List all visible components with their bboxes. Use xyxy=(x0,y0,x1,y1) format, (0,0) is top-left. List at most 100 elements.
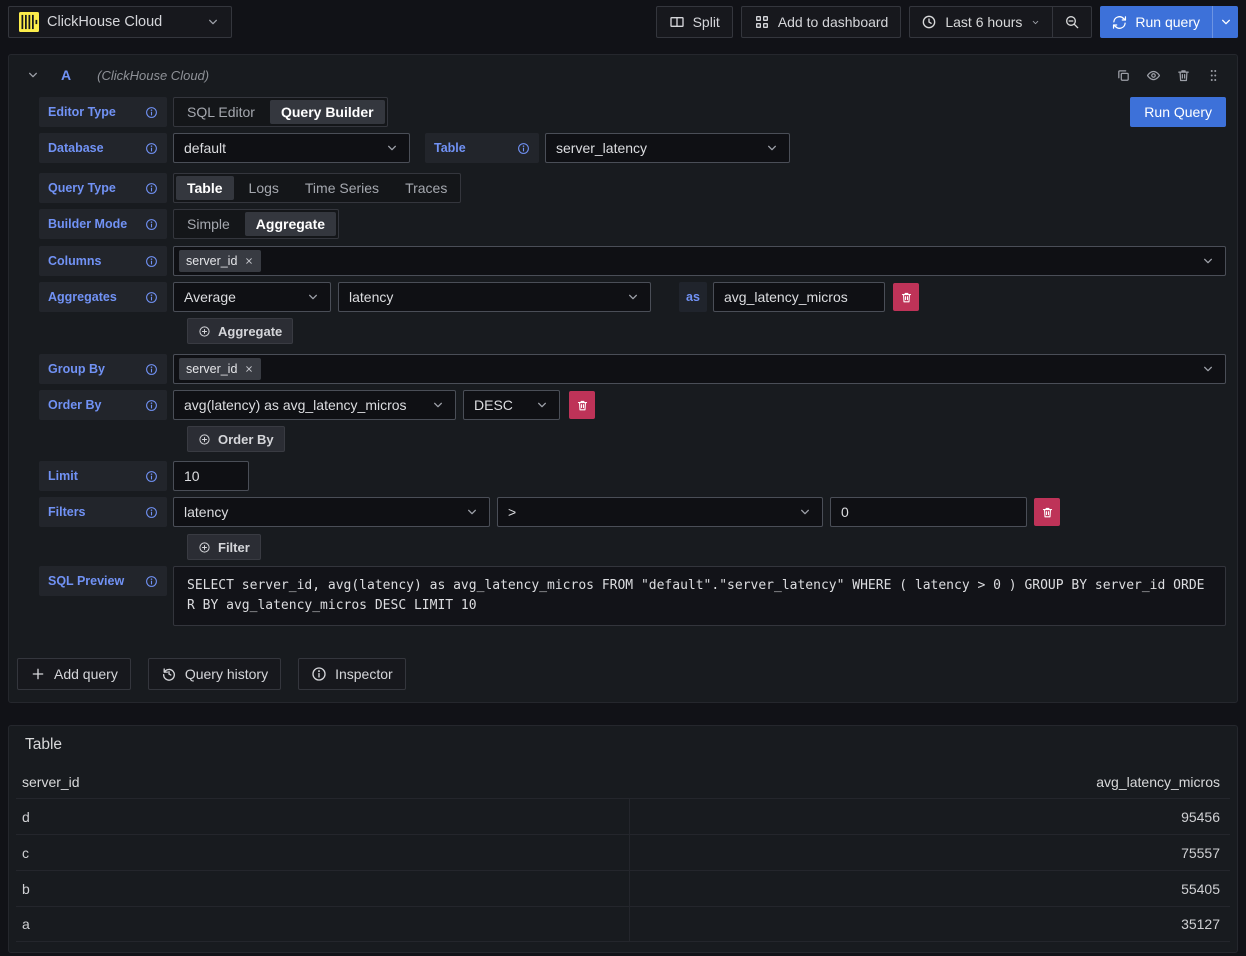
columns-row: Columns server_id xyxy=(39,246,1226,276)
column-header-server-id[interactable]: server_id xyxy=(16,774,630,790)
trash-icon xyxy=(900,291,913,304)
database-table-row: Database default Table server_latency xyxy=(39,133,1226,163)
run-query-button[interactable]: Run query xyxy=(1100,6,1212,38)
datasource-hint: (ClickHouse Cloud) xyxy=(97,68,209,83)
option-sql-editor[interactable]: SQL Editor xyxy=(176,100,266,124)
chevron-down-icon xyxy=(205,14,221,30)
run-query-label: Run query xyxy=(1135,14,1200,30)
circle-plus-icon xyxy=(198,541,211,554)
option-traces[interactable]: Traces xyxy=(394,176,458,200)
info-icon[interactable] xyxy=(145,291,158,304)
filter-column-select[interactable]: latency xyxy=(173,497,490,527)
run-query-inline-button[interactable]: Run Query xyxy=(1130,97,1226,127)
circle-plus-icon xyxy=(198,433,211,446)
field-label-group-by: Group By xyxy=(39,354,167,384)
filter-operator-select[interactable]: > xyxy=(497,497,823,527)
field-label-builder-mode: Builder Mode xyxy=(39,209,167,239)
field-label-aggregates: Aggregates xyxy=(39,282,167,312)
history-clock-icon xyxy=(161,666,177,682)
table-row: c 75557 xyxy=(16,834,1230,870)
split-button[interactable]: Split xyxy=(656,6,733,38)
collapse-query-toggle[interactable] xyxy=(21,63,45,87)
filter-value-input[interactable] xyxy=(830,497,1027,527)
trash-icon xyxy=(1176,68,1191,83)
cell-server-id: a xyxy=(16,907,630,941)
duplicate-query-button[interactable] xyxy=(1116,68,1131,83)
field-label-table: Table xyxy=(425,133,539,163)
query-editor-footer: Add query Query history Inspector xyxy=(9,632,1237,702)
info-icon[interactable] xyxy=(145,182,158,195)
info-icon[interactable] xyxy=(145,470,158,483)
option-aggregate[interactable]: Aggregate xyxy=(245,212,336,236)
results-table: server_id avg_latency_micros d 95456 c 7… xyxy=(16,766,1230,942)
info-icon[interactable] xyxy=(145,575,158,588)
time-controls: Last 6 hours xyxy=(909,6,1092,38)
table-select[interactable]: server_latency xyxy=(545,133,790,163)
info-icon[interactable] xyxy=(145,106,158,119)
add-to-dashboard-button[interactable]: Add to dashboard xyxy=(741,6,902,38)
remove-order-by-button[interactable] xyxy=(569,391,595,419)
explore-toolbar: ClickHouse Cloud Split Add to dashboard … xyxy=(0,0,1246,44)
info-icon[interactable] xyxy=(145,399,158,412)
field-label-order-by: Order By xyxy=(39,390,167,420)
time-range-picker[interactable]: Last 6 hours xyxy=(910,7,1052,37)
add-aggregate-button[interactable]: Aggregate xyxy=(187,318,293,344)
inspector-button[interactable]: Inspector xyxy=(298,658,406,690)
field-label-columns: Columns xyxy=(39,246,167,276)
option-simple[interactable]: Simple xyxy=(176,212,241,236)
remove-filter-button[interactable] xyxy=(1034,498,1060,526)
datasource-picker[interactable]: ClickHouse Cloud xyxy=(8,6,232,38)
toggle-visibility-button[interactable] xyxy=(1146,68,1161,83)
drag-handle[interactable] xyxy=(1206,68,1221,83)
option-time-series[interactable]: Time Series xyxy=(294,176,390,200)
add-order-by-button[interactable]: Order By xyxy=(187,426,285,452)
query-builder-form: Editor Type SQL Editor Query Builder Run… xyxy=(9,95,1237,626)
info-icon[interactable] xyxy=(145,363,158,376)
chevron-down-icon xyxy=(430,397,446,413)
info-icon[interactable] xyxy=(517,142,530,155)
split-label: Split xyxy=(693,14,720,30)
field-label-query-type: Query Type xyxy=(39,173,167,203)
option-query-builder[interactable]: Query Builder xyxy=(270,100,385,124)
copy-icon xyxy=(1116,68,1131,83)
database-select[interactable]: default xyxy=(173,133,410,163)
query-editor-header: A (ClickHouse Cloud) xyxy=(9,55,1237,95)
trash-icon xyxy=(576,399,589,412)
chevron-down-icon xyxy=(764,140,780,156)
query-history-button[interactable]: Query history xyxy=(148,658,281,690)
add-query-button[interactable]: Add query xyxy=(17,658,131,690)
add-filter-button[interactable]: Filter xyxy=(187,534,261,560)
column-header-avg-latency-micros[interactable]: avg_latency_micros xyxy=(630,774,1230,790)
order-by-row: Order By avg(latency) as avg_latency_mic… xyxy=(39,390,1226,420)
option-table[interactable]: Table xyxy=(176,176,234,200)
order-by-expression-select[interactable]: avg(latency) as avg_latency_micros xyxy=(173,390,456,420)
info-icon[interactable] xyxy=(145,506,158,519)
sync-arrows-icon xyxy=(1112,15,1127,30)
cell-server-id: c xyxy=(16,835,630,870)
info-icon[interactable] xyxy=(145,255,158,268)
option-logs[interactable]: Logs xyxy=(238,176,290,200)
limit-input[interactable] xyxy=(173,461,249,491)
table-row: a 35127 xyxy=(16,906,1230,942)
info-icon[interactable] xyxy=(145,218,158,231)
group-by-multiselect[interactable]: server_id xyxy=(173,354,1226,384)
info-icon[interactable] xyxy=(145,142,158,155)
group-by-row: Group By server_id xyxy=(39,354,1226,384)
zoom-out-time-button[interactable] xyxy=(1053,7,1091,37)
aggregate-column-select[interactable]: latency xyxy=(338,282,651,312)
remove-aggregate-button[interactable] xyxy=(893,283,919,311)
remove-chip-icon[interactable] xyxy=(244,364,254,374)
table-row: d 95456 xyxy=(16,798,1230,834)
cell-server-id: b xyxy=(16,871,630,906)
columns-multiselect[interactable]: server_id xyxy=(173,246,1226,276)
delete-query-button[interactable] xyxy=(1176,68,1191,83)
plus-icon xyxy=(30,666,46,682)
remove-chip-icon[interactable] xyxy=(244,256,254,266)
aggregate-function-select[interactable]: Average xyxy=(173,282,331,312)
query-editor-panel: A (ClickHouse Cloud) Editor Type SQL Edi… xyxy=(8,54,1238,703)
time-range-label: Last 6 hours xyxy=(945,14,1022,30)
run-query-split-button: Run query xyxy=(1100,6,1238,38)
aggregate-alias-input[interactable] xyxy=(713,282,885,312)
run-query-dropdown-toggle[interactable] xyxy=(1212,6,1238,38)
order-direction-select[interactable]: DESC xyxy=(463,390,560,420)
